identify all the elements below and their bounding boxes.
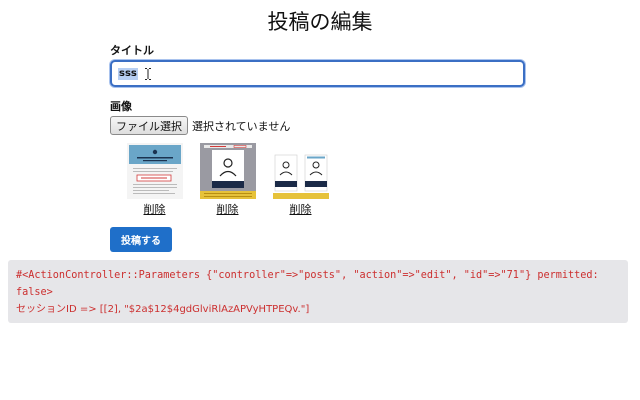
title-input-value: sss xyxy=(118,67,138,80)
delete-image-link[interactable]: 削除 xyxy=(144,201,166,217)
debug-output: #<ActionController::Parameters {"control… xyxy=(8,260,628,323)
file-status-text: 選択されていません xyxy=(192,119,291,133)
debug-session-line: セッションID => [[2], "$2a$12$4gdGlviRlAzAPVy… xyxy=(16,304,310,315)
debug-params-line: #<ActionController::Parameters {"control… xyxy=(16,270,599,281)
title-label: タイトル xyxy=(110,44,154,57)
screenshot-profile-page-thumbnail xyxy=(199,143,256,199)
image-thumbnail-item: 削除 xyxy=(191,143,264,217)
screenshot-signup-page-thumbnail xyxy=(126,143,183,199)
submit-post-button[interactable]: 投稿する xyxy=(110,227,172,252)
image-thumbnail-list: 削除 削除 削除 xyxy=(118,143,337,217)
image-label: 画像 xyxy=(110,100,132,113)
title-input[interactable]: sss xyxy=(110,60,525,87)
delete-image-link[interactable]: 削除 xyxy=(290,201,312,217)
text-cursor-icon xyxy=(145,68,151,80)
screenshot-profile-cards-thumbnail xyxy=(272,143,329,199)
image-thumbnail-item: 削除 xyxy=(118,143,191,217)
image-thumbnail-item: 削除 xyxy=(264,143,337,217)
file-select-button[interactable]: ファイル選択 xyxy=(110,116,188,135)
file-input[interactable]: ファイル選択 選択されていません xyxy=(110,116,290,135)
debug-params-line-cont: false> xyxy=(16,287,53,298)
page-title: 投稿の編集 xyxy=(267,10,373,34)
delete-image-link[interactable]: 削除 xyxy=(217,201,239,217)
